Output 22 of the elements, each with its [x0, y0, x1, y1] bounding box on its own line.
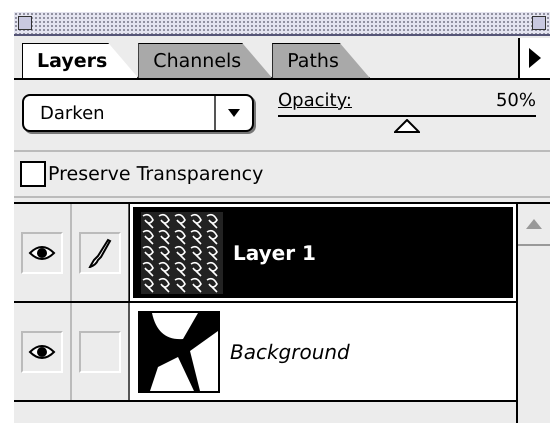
checkbox[interactable] — [20, 161, 46, 187]
visibility-toggle[interactable] — [21, 330, 63, 372]
triangle-right-icon — [529, 48, 541, 68]
tab[interactable]: Layers — [22, 43, 138, 78]
opacity-label: Opacity: — [278, 90, 352, 111]
triangle-up-icon — [526, 219, 542, 229]
close-icon[interactable] — [18, 16, 32, 30]
caret-icon — [228, 109, 240, 117]
paintbrush-icon — [88, 238, 112, 268]
layer-row[interactable]: Layer 1 — [130, 204, 516, 301]
palette-menu-button[interactable] — [518, 38, 550, 78]
blend-mode-dropdown[interactable]: Darken — [22, 94, 254, 132]
tab[interactable]: Channels — [138, 43, 272, 78]
opacity-value: 50% — [496, 90, 536, 111]
edit-toggle[interactable] — [79, 330, 121, 372]
tab[interactable]: Paths — [272, 43, 370, 78]
zoom-box-icon[interactable] — [532, 16, 546, 30]
edit-toggle[interactable] — [79, 232, 121, 274]
visibility-toggle[interactable] — [21, 232, 63, 274]
slider-thumb[interactable] — [394, 119, 420, 133]
layer-row[interactable]: Background — [130, 303, 516, 400]
checkbox-label: Preserve Transparency — [48, 163, 264, 185]
